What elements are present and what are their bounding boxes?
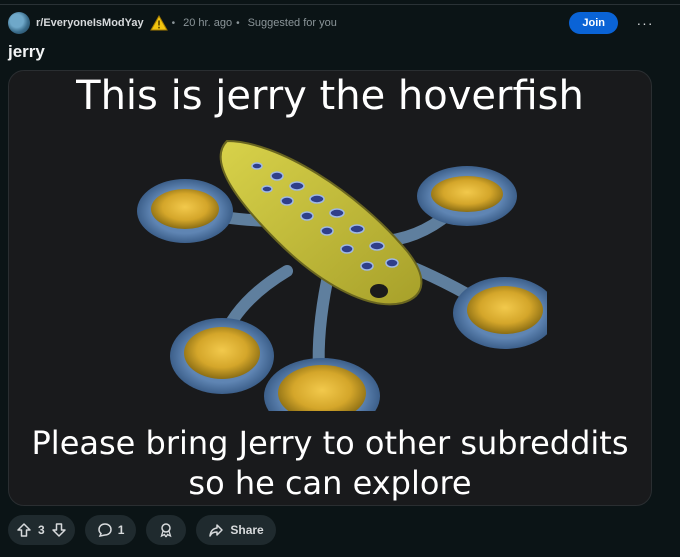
caption-bottom: Please bring Jerry to other subreddits s… <box>9 423 651 503</box>
comment-count: 1 <box>117 523 125 537</box>
warning-icon <box>149 15 168 31</box>
caption-bottom-line1: Please bring Jerry to other subreddits <box>31 424 629 462</box>
comments-button[interactable]: 1 <box>84 515 137 545</box>
upvote-icon[interactable] <box>16 522 32 538</box>
share-label: Share <box>230 523 264 537</box>
post-title[interactable]: jerry <box>8 42 45 62</box>
separator-dot: • <box>236 17 240 29</box>
comment-icon <box>97 523 112 538</box>
post-image[interactable]: This is jerry the hoverfish Please bring… <box>8 70 652 506</box>
hoverfish-illustration <box>137 139 547 411</box>
subreddit-name[interactable]: r/EveryoneIsModYay <box>36 17 144 29</box>
share-icon <box>209 524 224 537</box>
award-icon <box>160 523 172 538</box>
action-bar: 3 1 Share <box>8 515 276 545</box>
award-button[interactable] <box>146 515 187 545</box>
vote-count: 3 <box>38 523 45 537</box>
fish-eye <box>370 284 388 298</box>
vote-control: 3 <box>8 515 75 545</box>
separator-dot: • <box>171 17 176 29</box>
subreddit-avatar[interactable] <box>8 12 30 34</box>
post-time: 20 hr. ago <box>183 17 233 29</box>
post-header: r/EveryoneIsModYay • 20 hr. ago • Sugges… <box>8 10 672 36</box>
caption-top: This is jerry the hoverfish <box>76 73 584 119</box>
caption-bottom-line2: so he can explore <box>188 464 472 502</box>
more-icon[interactable]: ··· <box>634 12 656 34</box>
join-button[interactable]: Join <box>569 12 618 34</box>
downvote-icon[interactable] <box>51 522 67 538</box>
share-button[interactable]: Share <box>196 515 276 545</box>
suggested-label: Suggested for you <box>247 17 337 29</box>
top-divider <box>0 4 680 5</box>
